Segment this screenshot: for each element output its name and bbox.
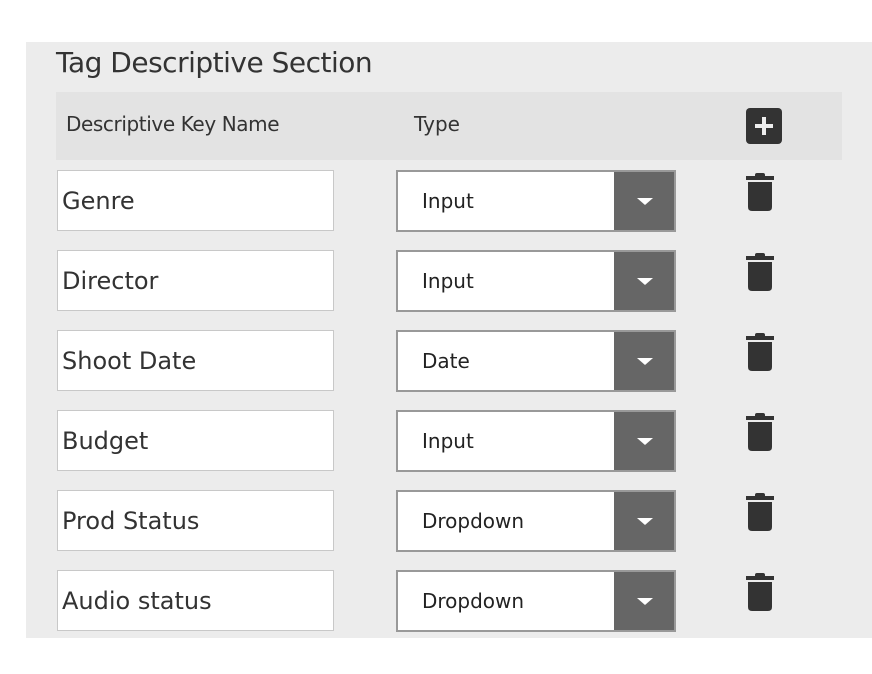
key-name-input[interactable] bbox=[57, 490, 334, 551]
trash-icon[interactable] bbox=[746, 493, 774, 531]
key-name-input[interactable] bbox=[57, 410, 334, 471]
key-name-input[interactable] bbox=[57, 170, 334, 231]
type-select[interactable]: Dropdown bbox=[396, 570, 676, 632]
trash-icon[interactable] bbox=[746, 253, 774, 291]
trash-icon[interactable] bbox=[746, 333, 774, 371]
table-row: Input bbox=[26, 250, 872, 312]
type-select[interactable]: Input bbox=[396, 250, 676, 312]
add-row-button[interactable] bbox=[746, 108, 782, 144]
type-select-value: Date bbox=[422, 349, 470, 373]
type-select-value: Dropdown bbox=[422, 509, 525, 533]
type-select-value: Input bbox=[422, 189, 474, 213]
table-row: Input bbox=[26, 170, 872, 232]
type-select-value: Input bbox=[422, 429, 474, 453]
key-name-input[interactable] bbox=[57, 570, 334, 631]
key-name-input[interactable] bbox=[57, 250, 334, 311]
table-row: Date bbox=[26, 330, 872, 392]
chevron-down-icon[interactable] bbox=[614, 332, 674, 390]
column-header-key-name: Descriptive Key Name bbox=[66, 112, 280, 136]
key-name-input[interactable] bbox=[57, 330, 334, 391]
type-select[interactable]: Input bbox=[396, 410, 676, 472]
section-title: Tag Descriptive Section bbox=[56, 46, 373, 79]
column-header-type: Type bbox=[414, 112, 460, 136]
table-row: Dropdown bbox=[26, 570, 872, 632]
trash-icon[interactable] bbox=[746, 413, 774, 451]
chevron-down-icon[interactable] bbox=[614, 412, 674, 470]
table-row: Dropdown bbox=[26, 490, 872, 552]
trash-icon[interactable] bbox=[746, 173, 774, 211]
tag-descriptive-section: Tag Descriptive Section Descriptive Key … bbox=[26, 42, 872, 638]
chevron-down-icon[interactable] bbox=[614, 572, 674, 630]
chevron-down-icon[interactable] bbox=[614, 492, 674, 550]
trash-icon[interactable] bbox=[746, 573, 774, 611]
type-select[interactable]: Input bbox=[396, 170, 676, 232]
type-select-value: Dropdown bbox=[422, 589, 525, 613]
type-select-value: Input bbox=[422, 269, 474, 293]
chevron-down-icon[interactable] bbox=[614, 172, 674, 230]
type-select[interactable]: Date bbox=[396, 330, 676, 392]
chevron-down-icon[interactable] bbox=[614, 252, 674, 310]
table-row: Input bbox=[26, 410, 872, 472]
type-select[interactable]: Dropdown bbox=[396, 490, 676, 552]
table-header: Descriptive Key Name Type bbox=[56, 92, 842, 160]
